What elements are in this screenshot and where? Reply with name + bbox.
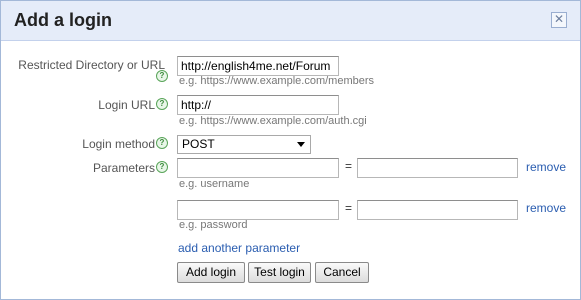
parameter-value-input-2[interactable] <box>357 200 518 220</box>
login-url-label: Login URL <box>98 98 155 112</box>
login-method-select[interactable]: POST <box>177 135 311 154</box>
restricted-url-label: Restricted Directory or URL <box>18 58 165 72</box>
dropdown-arrow-icon <box>297 142 305 147</box>
equals-sign: = <box>345 159 353 173</box>
login-method-label: Login method <box>82 137 155 151</box>
add-another-parameter-link[interactable]: add another parameter <box>178 241 300 255</box>
restricted-url-hint: e.g. https://www.example.com/members <box>179 75 375 87</box>
login-method-help-icon[interactable]: ? <box>156 137 168 149</box>
remove-parameter-link-2[interactable]: remove <box>526 201 566 215</box>
remove-parameter-link-1[interactable]: remove <box>526 160 566 174</box>
parameter-hint-2: e.g. password <box>179 219 248 231</box>
login-method-selected: POST <box>182 137 215 151</box>
test-login-button[interactable]: Test login <box>248 262 311 283</box>
dialog-titlebar: Add a login ✕ <box>1 1 580 41</box>
cancel-button[interactable]: Cancel <box>315 262 369 283</box>
parameter-name-input-2[interactable] <box>177 200 339 220</box>
parameters-label: Parameters <box>92 161 155 175</box>
dialog-title: Add a login <box>14 10 112 30</box>
login-url-help-icon[interactable]: ? <box>156 98 168 110</box>
add-login-button[interactable]: Add login <box>177 262 245 283</box>
close-icon[interactable]: ✕ <box>551 12 567 28</box>
parameter-hint-1: e.g. username <box>179 178 250 190</box>
restricted-url-input[interactable] <box>177 56 339 76</box>
parameters-help-icon[interactable]: ? <box>156 161 168 173</box>
add-login-dialog: Add a login ✕ Restricted Directory or UR… <box>0 0 581 300</box>
login-url-hint: e.g. https://www.example.com/auth.cgi <box>179 115 367 127</box>
login-url-input[interactable] <box>177 95 339 115</box>
parameter-value-input-1[interactable] <box>357 158 518 178</box>
restricted-url-help-icon[interactable]: ? <box>156 70 168 82</box>
equals-sign: = <box>345 201 353 215</box>
parameter-name-input-1[interactable] <box>177 158 339 178</box>
